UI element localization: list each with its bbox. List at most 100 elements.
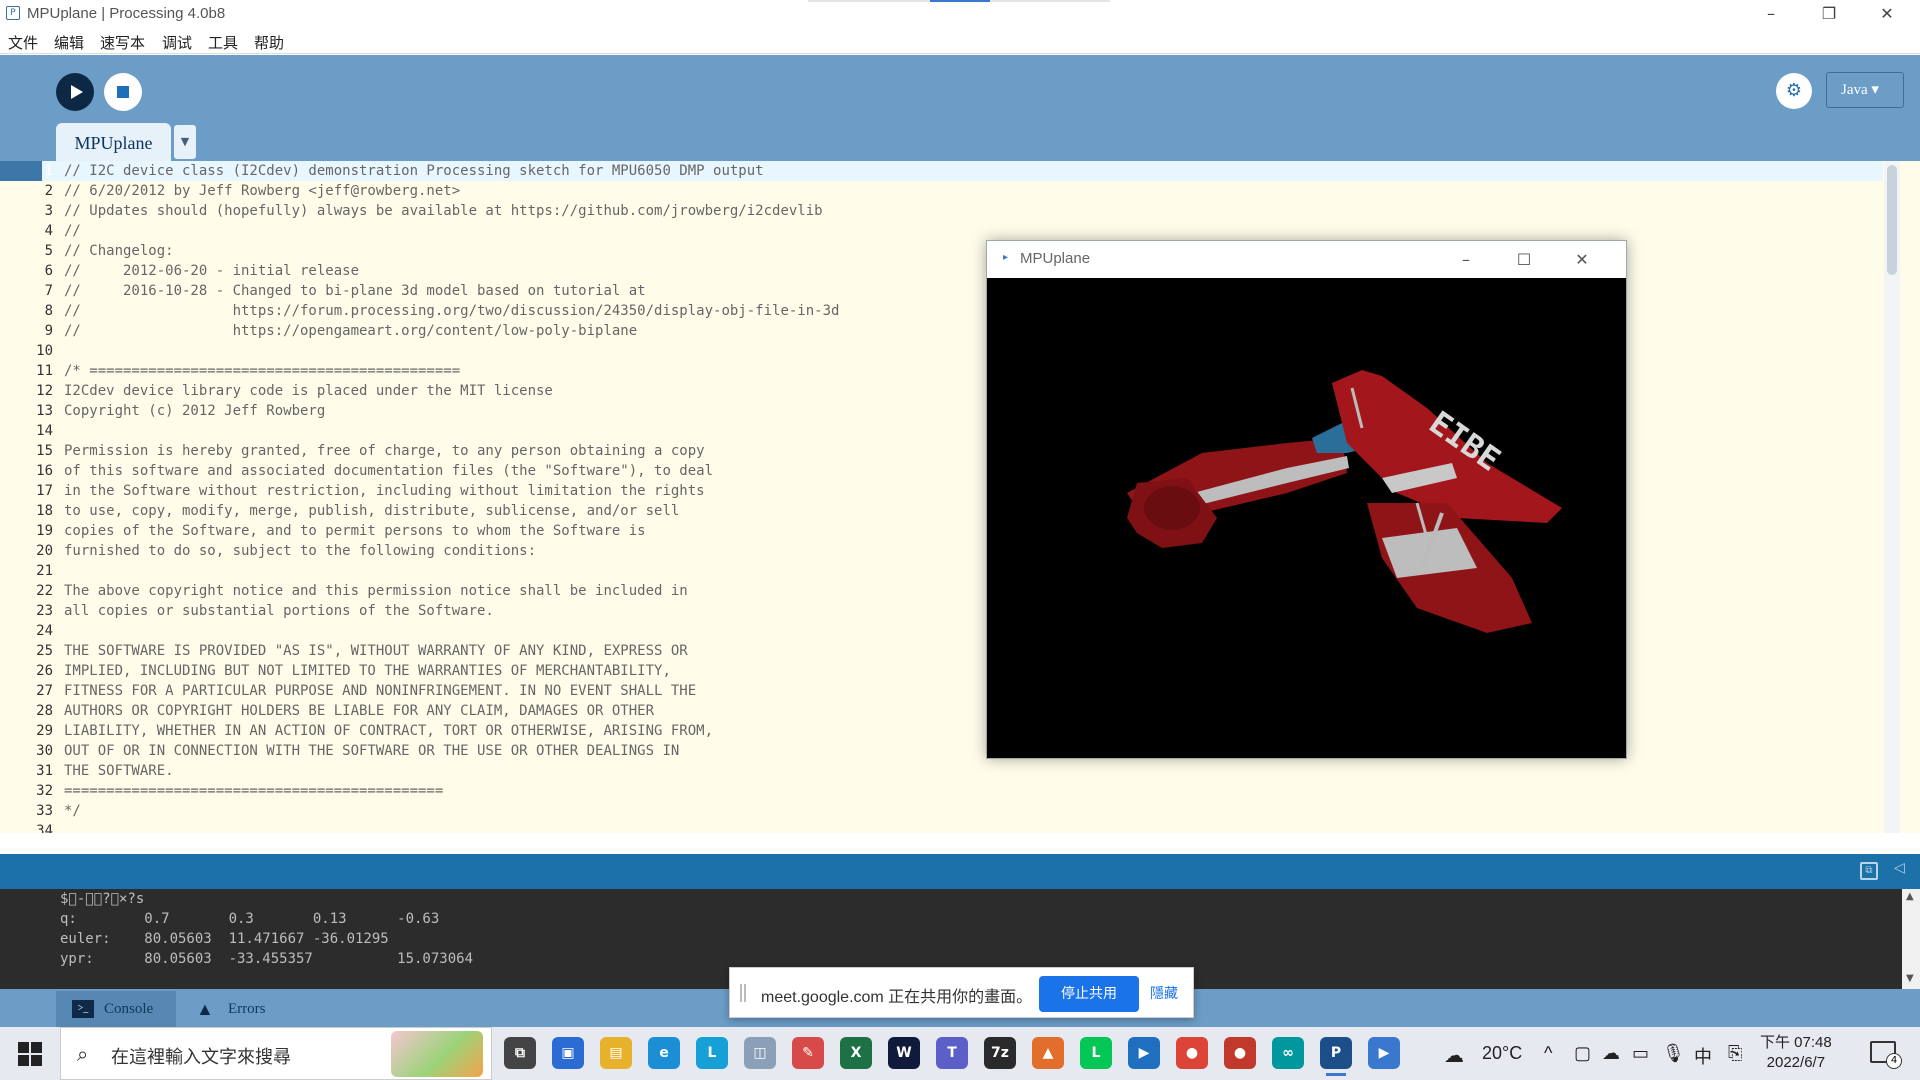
arduino-icon[interactable]: ∞ [1272,1037,1304,1069]
menu-debug[interactable]: 调试 [162,32,192,53]
line-number: 3 [44,203,53,219]
screen-share-bar: meet.google.com 正在共用你的畫面。 停止共用 隱藏 [729,967,1194,1018]
weather-temperature[interactable]: 20°C [1482,1043,1522,1064]
edge-icon[interactable]: e [648,1037,680,1069]
line-number: 25 [36,643,53,659]
code-text: all copies or substantial portions of th… [64,603,494,619]
matlab-icon[interactable]: ▲ [1032,1037,1064,1069]
copy-console-icon[interactable]: ⧉ [1860,862,1878,880]
stop-sharing-button[interactable]: 停止共用 [1039,976,1139,1012]
sketch-maximize-button[interactable]: ☐ [1496,241,1552,278]
debugger-icon[interactable]: ⚙ [1776,73,1812,109]
system-clock[interactable]: 下午 07:48 2022/6/7 [1760,1033,1832,1073]
microsoft-store-icon[interactable]: ▣ [552,1037,584,1069]
code-text: // 6/20/2012 by Jeff Rowberg <jeff@rowbe… [64,183,461,199]
menu-help[interactable]: 帮助 [254,32,284,53]
notification-center-icon[interactable]: 4 [1870,1041,1902,1069]
chrome-profile-icon[interactable]: ● [1224,1037,1256,1069]
line-number: 1 [44,163,53,179]
menu-file[interactable]: 文件 [8,32,38,53]
menu-sketch[interactable]: 速写本 [100,32,145,53]
taskbar: ⌕ 在這裡輸入文字來搜尋 ⧉ ▣ ▤ e L ◫ ✎ X W T 7z ▲ L ▶ ● ● ∞ P ▶ ☁ 20°C… [0,1027,1920,1080]
scroll-down-icon[interactable]: ▼ [1906,973,1914,984]
collapse-console-icon[interactable]: ◁ [1894,860,1905,876]
player-icon[interactable]: ▶ [1368,1037,1400,1069]
minimize-button[interactable]: – [1742,0,1800,28]
code-text: // [64,223,81,239]
tab-errors[interactable]: ▲ Errors [190,991,300,1027]
tab-console[interactable]: >_ Console [56,991,176,1027]
chrome-icon[interactable]: ● [1176,1037,1208,1069]
code-text: // https://opengameart.org/content/low-p… [64,323,638,339]
sketch-minimize-button[interactable]: – [1438,241,1494,278]
code-text: // Updates should (hopefully) always be … [64,203,823,219]
scroll-up-icon[interactable]: ▲ [1906,891,1914,902]
ime-mode-icon[interactable]: ⎘ [1728,1043,1742,1064]
tab-mpuplane[interactable]: MPUplane [56,123,171,163]
line-icon[interactable]: L [1080,1037,1112,1069]
photos-icon[interactable]: ◫ [744,1037,776,1069]
webex-icon[interactable]: W [888,1037,920,1069]
code-text: The above copyright notice and this perm… [64,583,688,599]
editor-scrollbar[interactable] [1884,161,1900,833]
sketch-window[interactable]: ▸ MPUplane – ☐ ✕ EIBE [986,240,1627,759]
line-number: 28 [36,703,53,719]
code-line[interactable]: 34 [0,821,1883,833]
processing-icon[interactable]: P [1320,1037,1352,1076]
status-bar [0,854,1920,889]
menu-tools[interactable]: 工具 [208,32,238,53]
weather-icon[interactable]: ☁ [1444,1043,1464,1068]
restore-button[interactable]: ❐ [1800,0,1858,28]
teams-icon[interactable]: T [936,1037,968,1069]
code-text: in the Software without restriction, inc… [64,483,705,499]
share-indicator [808,0,1110,2]
windows-start-icon[interactable] [18,1042,42,1066]
code-line[interactable]: 1 // I2C device class (I2Cdev) demonstrat… [0,161,1883,181]
window-title: MPUplane | Processing 4.0b8 [27,5,226,22]
line-number: 8 [44,303,53,319]
code-line[interactable]: 4 // [0,221,1883,241]
code-text: THE SOFTWARE IS PROVIDED "AS IS", WITHOU… [64,643,688,659]
onedrive-icon[interactable]: ☁ [1602,1043,1620,1064]
line-number: 10 [36,343,53,359]
code-line[interactable]: 33 */ [0,801,1883,821]
code-text: Permission is hereby granted, free of ch… [64,443,705,459]
task-view-icon[interactable]: ⧉ [504,1037,536,1069]
zip-icon[interactable]: 7z [984,1037,1016,1069]
microphone-icon[interactable]: 🎙 [1662,1043,1685,1064]
line-number: 27 [36,683,53,699]
media-icon[interactable]: ▶ [1128,1037,1160,1069]
code-line[interactable]: 2 // 6/20/2012 by Jeff Rowberg <jeff@rowb… [0,181,1883,201]
tab-menu-button[interactable]: ▼ [174,125,196,159]
processing-sketch-icon: ▸ [1003,252,1009,263]
code-line[interactable]: 32 ======================================… [0,781,1883,801]
sketch-title: MPUplane [1020,250,1091,267]
paint-icon[interactable]: ✎ [792,1037,824,1069]
notification-count: 4 [1886,1053,1902,1069]
drag-handle[interactable] [740,984,746,1002]
close-button[interactable]: ✕ [1858,0,1916,28]
line-number: 4 [44,223,53,239]
code-editor[interactable]: 1 // I2C device class (I2Cdev) demonstrat… [0,161,1920,833]
mode-selector[interactable]: Java ▾ [1826,72,1904,108]
show-hidden-icons[interactable]: ^ [1544,1043,1552,1064]
menu-edit[interactable]: 编辑 [54,32,84,53]
console-scrollbar[interactable]: ▲ ▼ [1902,889,1920,989]
hide-button[interactable]: 隱藏 [1150,983,1178,1003]
l-app-icon[interactable]: L [696,1037,728,1069]
code-line[interactable]: 31 THE SOFTWARE. [0,761,1883,781]
code-text: Copyright (c) 2012 Jeff Rowberg [64,403,326,419]
run-button[interactable] [56,73,94,111]
line-number: 11 [36,363,53,379]
code-line[interactable]: 3 // Updates should (hopefully) always be… [0,201,1883,221]
sketch-close-button[interactable]: ✕ [1554,241,1610,278]
device-icon[interactable]: ▢ [1574,1043,1591,1064]
file-explorer-icon[interactable]: ▤ [600,1037,632,1069]
scrollbar-thumb[interactable] [1887,165,1897,275]
code-text: THE SOFTWARE. [64,763,174,779]
excel-icon[interactable]: X [840,1037,872,1069]
display-icon[interactable]: ▭ [1632,1043,1649,1064]
input-method-indicator[interactable]: 中 [1694,1043,1712,1069]
stop-button[interactable] [104,73,142,111]
taskbar-search[interactable]: ⌕ 在這裡輸入文字來搜尋 [60,1027,492,1080]
